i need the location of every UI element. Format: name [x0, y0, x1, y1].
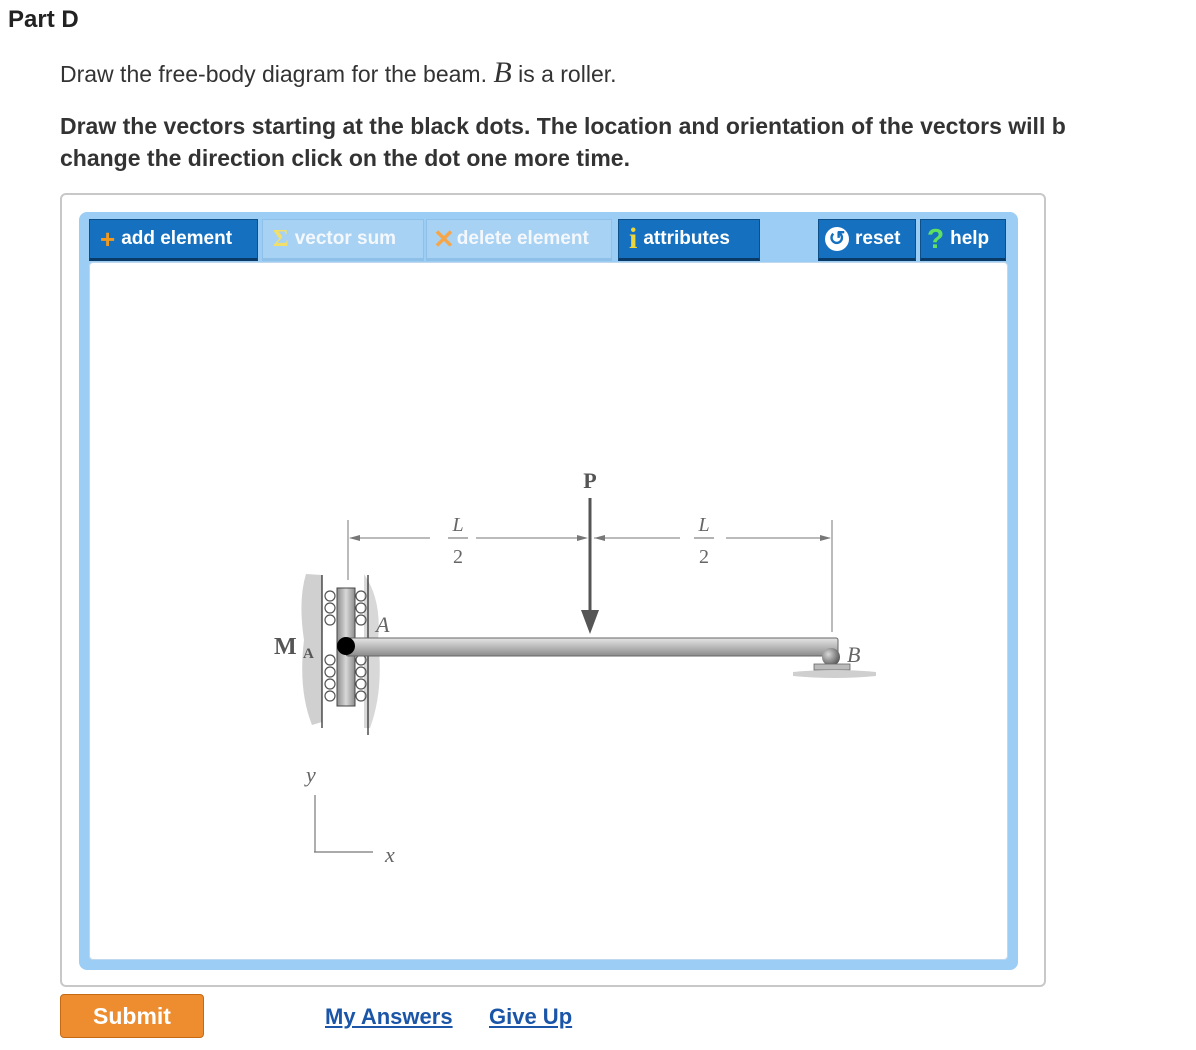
reset-icon: ↺: [825, 227, 849, 251]
my-answers-link[interactable]: My Answers: [325, 1004, 453, 1030]
help-icon: ?: [927, 223, 945, 254]
vector-sum-button[interactable]: Σ vector sum: [262, 219, 424, 261]
delete-element-label: delete element: [456, 228, 589, 249]
dim-right-numerator: L: [697, 514, 709, 536]
help-button[interactable]: ? help: [920, 219, 1006, 261]
force-p-arrowhead: [581, 610, 599, 634]
ground: [793, 670, 876, 678]
axis-x-label: x: [384, 842, 395, 867]
vector-anchor-dot[interactable]: [337, 637, 355, 655]
coordinate-axes: [314, 795, 373, 853]
axis-y-label: y: [304, 762, 316, 787]
question-prompt: Draw the free-body diagram for the beam.…: [60, 56, 617, 90]
x-icon: ✕: [433, 224, 455, 254]
dim-left-denominator: 2: [453, 546, 463, 568]
give-up-link[interactable]: Give Up: [489, 1004, 572, 1030]
reset-button[interactable]: ↺ reset: [818, 219, 916, 261]
plus-icon: +: [100, 224, 116, 254]
prompt-text-after: is a roller.: [511, 61, 617, 87]
point-a-label: A: [374, 612, 390, 637]
moment-subscript: A: [303, 646, 314, 662]
add-element-button[interactable]: + add element: [89, 219, 258, 261]
part-title: Part D: [8, 6, 79, 33]
help-label: help: [950, 228, 990, 249]
delete-element-button[interactable]: ✕ delete element: [426, 219, 612, 261]
point-b-label: B: [847, 642, 860, 667]
attributes-label: attributes: [643, 228, 730, 249]
submit-button[interactable]: Submit: [60, 994, 204, 1038]
force-p-label: P: [583, 468, 596, 493]
reset-label: reset: [855, 228, 901, 249]
info-icon: i: [629, 222, 638, 255]
roller-b: [822, 648, 840, 666]
beam: [345, 637, 839, 657]
moment-label: M: [274, 634, 297, 660]
dim-left-numerator: L: [451, 514, 463, 536]
add-element-label: add element: [121, 228, 233, 249]
prompt-text-before: Draw the free-body diagram for the beam.: [60, 61, 494, 87]
instructions-line-2: change the direction click on the dot on…: [60, 145, 630, 171]
instructions: Draw the vectors starting at the black d…: [60, 110, 1196, 174]
dim-right-denominator: 2: [699, 546, 709, 568]
instructions-line-1: Draw the vectors starting at the black d…: [60, 113, 1066, 139]
roller-b-plate: [813, 663, 851, 671]
vector-sum-label: vector sum: [294, 228, 397, 249]
sigma-icon: Σ: [273, 226, 289, 252]
beam-diagram: P L 2 L 2 A B M A y x: [274, 468, 876, 867]
prompt-var-b: B: [493, 56, 512, 89]
attributes-button[interactable]: i attributes: [618, 219, 760, 261]
